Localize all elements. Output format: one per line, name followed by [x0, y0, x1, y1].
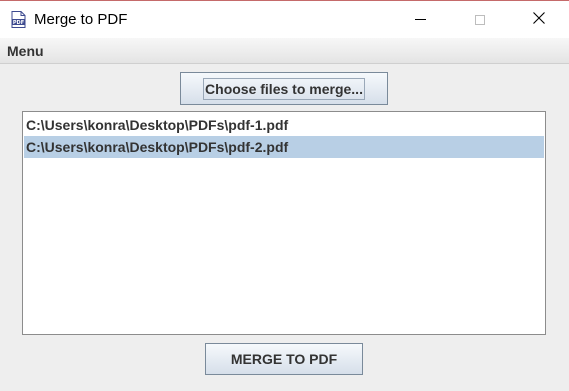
title-bar[interactable]: PDF Merge to PDF	[0, 0, 569, 38]
window-title: Merge to PDF	[34, 11, 128, 28]
list-item[interactable]: C:\Users\konra\Desktop\PDFs\pdf-1.pdf	[24, 114, 544, 136]
svg-text:PDF: PDF	[13, 20, 24, 26]
minimize-button[interactable]	[397, 1, 443, 38]
minimize-icon	[414, 19, 426, 20]
close-button[interactable]	[516, 1, 562, 38]
choose-files-label: Choose files to merge...	[203, 77, 365, 100]
menu-item-menu[interactable]: Menu	[7, 43, 44, 59]
merge-to-pdf-button[interactable]: MERGE TO PDF	[205, 343, 363, 375]
maximize-icon	[475, 14, 485, 25]
file-list[interactable]: C:\Users\konra\Desktop\PDFs\pdf-1.pdf C:…	[22, 111, 546, 335]
maximize-button[interactable]	[457, 1, 503, 38]
choose-files-button[interactable]: Choose files to merge...	[180, 72, 388, 105]
merge-to-pdf-window: PDF Merge to PDF Menu Choose files to me…	[0, 0, 569, 391]
menu-bar: Menu	[0, 38, 569, 64]
pdf-icon: PDF	[11, 11, 26, 28]
close-icon	[533, 11, 545, 29]
list-item-selected[interactable]: C:\Users\konra\Desktop\PDFs\pdf-2.pdf	[24, 136, 544, 158]
